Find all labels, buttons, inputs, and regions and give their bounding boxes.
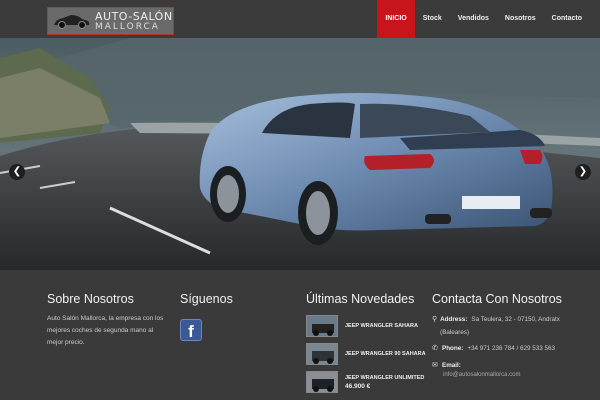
slider-next-button[interactable]: ❯ xyxy=(575,164,591,180)
nav-item-vendidos[interactable]: Vendidos xyxy=(450,0,497,38)
news-title: Últimas Novedades xyxy=(306,292,415,306)
news-thumbnail xyxy=(306,315,338,337)
news-item-title: JEEP WRANGLER 90 SAHARA xyxy=(345,351,426,357)
nav-item-nosotros[interactable]: Nosotros xyxy=(497,0,544,38)
site-logo[interactable]: AUTO-SALÓN MALLORCA xyxy=(47,7,174,35)
contact-section: Contacta Con Nosotros ⚲ Address: Sa Teule… xyxy=(432,292,562,378)
news-item-price: 46.900 € xyxy=(345,382,371,390)
news-item[interactable]: JEEP WRANGLER 90 SAHARA xyxy=(306,343,426,365)
news-item-title: JEEP WRANGLER UNLIMITED xyxy=(345,374,425,381)
nav-item-stock[interactable]: Stock xyxy=(415,0,450,38)
address-label: Address: xyxy=(440,316,468,323)
contact-phone: ✆ Phone: +34 971 236 784 / 629 533 563 xyxy=(432,343,562,356)
about-section: Sobre Nosotros Auto Salón Mallorca, la e… xyxy=(47,292,165,349)
news-item[interactable]: JEEP WRANGLER SAHARA xyxy=(306,315,426,337)
slider-prev-button[interactable]: ❮ xyxy=(9,164,25,180)
logo-text-line1: AUTO-SALÓN xyxy=(95,9,173,23)
site-footer: Sobre Nosotros Auto Salón Mallorca, la e… xyxy=(0,270,600,400)
contact-title: Contacta Con Nosotros xyxy=(432,292,562,306)
phone-value: +34 971 236 784 / 629 533 563 xyxy=(467,345,556,352)
nav-item-inicio[interactable]: INICIO xyxy=(377,0,415,38)
news-section: Últimas Novedades JEEP WRANGLER SAHARA J… xyxy=(306,292,426,399)
contact-address: ⚲ Address: Sa Teulera, 32 - 07150, Andrat… xyxy=(432,314,562,339)
map-marker-icon: ⚲ xyxy=(432,316,438,323)
news-thumbnail xyxy=(306,371,338,393)
news-item[interactable]: JEEP WRANGLER UNLIMITED 46.900 € xyxy=(306,371,426,393)
about-text: Auto Salón Mallorca, la empresa con los … xyxy=(47,315,164,346)
follow-title: Síguenos xyxy=(180,292,233,306)
car-logo-icon xyxy=(54,15,90,29)
hero-slider: ❮ ❯ xyxy=(0,38,600,270)
main-nav: INICIO Stock Vendidos Nosotros Contacto xyxy=(377,0,590,38)
follow-section: Síguenos f xyxy=(180,292,233,341)
news-thumbnail xyxy=(306,343,338,365)
email-label: Email: xyxy=(442,361,461,369)
site-header: AUTO-SALÓN MALLORCA INICIO Stock Vendido… xyxy=(0,0,600,38)
envelope-icon: ✉ xyxy=(432,361,438,369)
chevron-left-icon: ❮ xyxy=(12,166,22,177)
news-item-title: JEEP WRANGLER SAHARA xyxy=(345,323,418,329)
phone-icon: ✆ xyxy=(432,345,438,352)
about-title: Sobre Nosotros xyxy=(47,292,134,306)
logo-text-line2: MALLORCA xyxy=(95,21,160,32)
contact-email: ✉ Email: xyxy=(432,360,562,373)
hero-image xyxy=(0,38,600,270)
chevron-right-icon: ❯ xyxy=(578,166,588,177)
facebook-icon[interactable]: f xyxy=(180,319,202,341)
nav-item-contacto[interactable]: Contacto xyxy=(544,0,590,38)
phone-label: Phone: xyxy=(442,345,464,352)
email-link[interactable]: info@autosalonmallorca.com xyxy=(432,372,562,378)
